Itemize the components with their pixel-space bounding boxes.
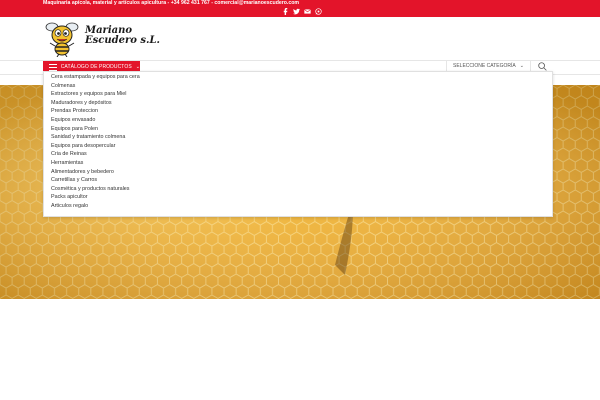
search-icon — [537, 61, 547, 71]
category-list: Cera estampada y equipos para cera Colme… — [44, 72, 552, 211]
menu-item-alimentadores[interactable]: Alimentadores y bebedero — [51, 168, 552, 177]
facebook-icon[interactable] — [282, 8, 289, 15]
chevron-down-icon: ⌄ — [519, 63, 524, 69]
email-icon[interactable] — [304, 8, 311, 15]
logo-text: Mariano Escudero s.L. — [85, 26, 160, 46]
contact-info: Maquinaria apícola, material y artículos… — [43, 0, 300, 6]
bee-mascot-icon — [45, 22, 79, 57]
menu-item-carretillas[interactable]: Carretillas y Carros — [51, 176, 552, 185]
menu-item-colmenas[interactable]: Colmenas — [51, 82, 552, 91]
site-logo[interactable]: Mariano Escudero s.L. — [43, 21, 160, 57]
menu-item-extractores[interactable]: Extractores y equipos para Miel — [51, 90, 552, 99]
top-bar: Maquinaria apícola, material y artículos… — [0, 0, 600, 17]
menu-item-regalo[interactable]: Articulos regalo — [51, 202, 552, 211]
whatsapp-icon[interactable] — [315, 8, 322, 15]
menu-item-maduradores[interactable]: Maduradores y depósitos — [51, 99, 552, 108]
menu-item-polen[interactable]: Equipos para Polen — [51, 125, 552, 134]
social-links — [282, 8, 322, 15]
menu-item-herramientas[interactable]: Herramientas — [51, 159, 552, 168]
logo-line-2: Escudero s.L. — [85, 35, 161, 46]
menu-item-cria-reinas[interactable]: Cria de Reinas — [51, 150, 552, 159]
menu-item-sanidad[interactable]: Sanidad y tratamiento colmena — [51, 133, 552, 142]
menu-item-prendas[interactable]: Prendas Proteccion — [51, 107, 552, 116]
site-header: Mariano Escudero s.L. — [0, 17, 600, 60]
twitter-icon[interactable] — [293, 8, 300, 15]
menu-item-cosmetica[interactable]: Cosmética y productos naturales — [51, 185, 552, 194]
catalog-dropdown-menu: Cera estampada y equipos para cera Colme… — [43, 71, 553, 217]
menu-item-packs[interactable]: Packs apicultor — [51, 193, 552, 202]
catalog-menu-label: CATÁLOGO DE PRODUCTOS — [60, 64, 132, 70]
chevron-down-icon: ⌄ — [135, 64, 140, 70]
menu-item-cera[interactable]: Cera estampada y equipos para cera — [51, 73, 552, 82]
menu-item-envasado[interactable]: Equipos envasado — [51, 116, 552, 125]
menu-item-desopercular[interactable]: Equipos para desopercular — [51, 142, 552, 151]
category-select-label: SELECCIONE CATEGORÍA — [453, 63, 516, 69]
hamburger-icon — [49, 63, 57, 71]
